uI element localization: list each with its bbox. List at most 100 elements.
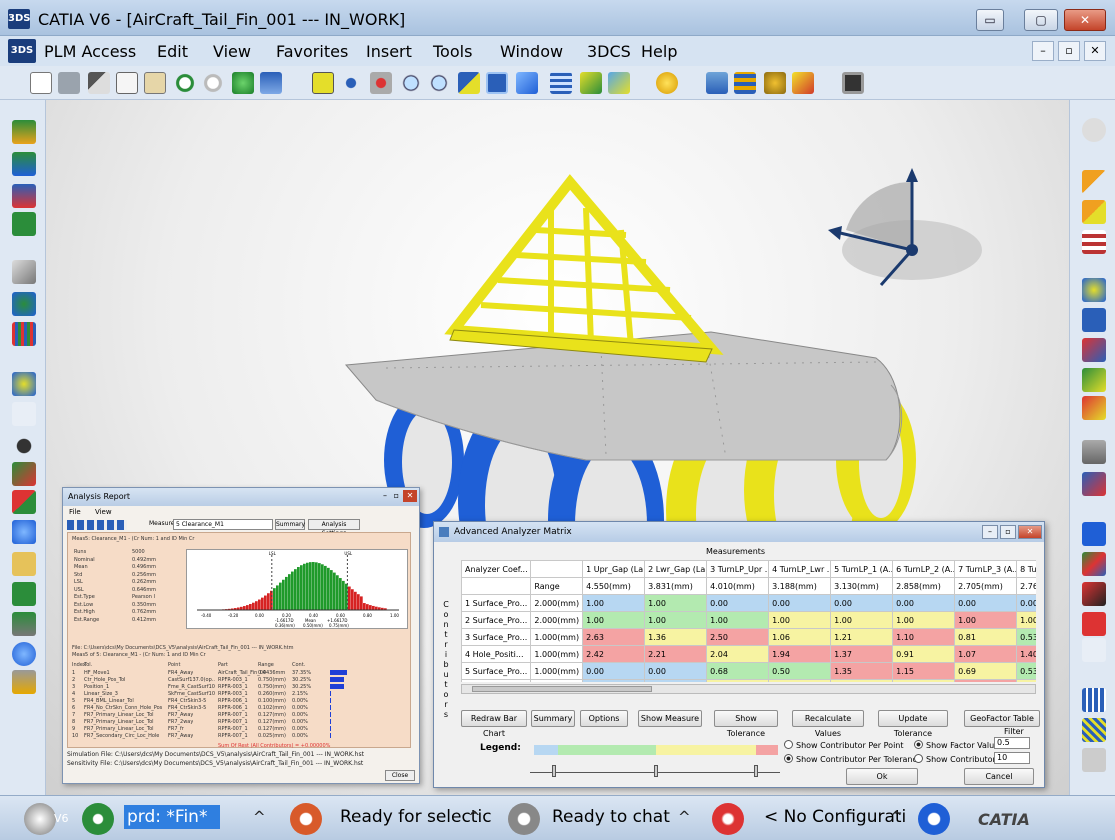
- doc-restore-button[interactable]: ▫: [1058, 41, 1080, 61]
- fit-all-icon[interactable]: [312, 72, 334, 94]
- report-summary-button[interactable]: Summary: [275, 519, 305, 530]
- advanced-analyzer-matrix-window[interactable]: Advanced Analyzer Matrix – ▫ ✕ Measureme…: [433, 521, 1045, 788]
- text-icon[interactable]: [1082, 308, 1106, 332]
- matrix-value-cell[interactable]: 1.06: [1016, 679, 1036, 682]
- open-folder-icon[interactable]: [12, 552, 36, 576]
- compass-gizmo[interactable]: [828, 168, 982, 286]
- geofactor-table-button[interactable]: GeoFactor Table: [964, 710, 1040, 727]
- dll-icon[interactable]: [12, 520, 36, 544]
- help-icon[interactable]: [12, 642, 36, 666]
- matrix-value-cell[interactable]: 1.00: [892, 611, 956, 629]
- v6-compass-icon[interactable]: [24, 803, 56, 835]
- matrix-value-cell[interactable]: 1.00: [1016, 611, 1036, 629]
- matrix-value-cell[interactable]: 1.00: [582, 594, 646, 612]
- e-compass-icon[interactable]: [918, 803, 950, 835]
- link-icon[interactable]: [1082, 368, 1106, 392]
- menu-3dcs[interactable]: 3DCS: [587, 42, 631, 61]
- contributor-pct-input[interactable]: 10: [994, 752, 1030, 764]
- scrollbar-thumb[interactable]: [472, 686, 652, 692]
- contributor-name-cell[interactable]: 1 Surface_Pro...: [461, 594, 532, 612]
- matrix-value-cell[interactable]: 1.00: [582, 611, 646, 629]
- options-button[interactable]: Options: [580, 710, 628, 727]
- report-menu-file[interactable]: File: [69, 508, 81, 516]
- flag-icon[interactable]: [1082, 396, 1106, 420]
- show-measure-button[interactable]: Show Measure: [638, 710, 702, 727]
- iso-view-icon[interactable]: [516, 72, 538, 94]
- matrix-column-header[interactable]: 2 Lwr_Gap (La...: [644, 560, 708, 578]
- matrix-value-cell[interactable]: 0.00: [892, 594, 956, 612]
- matrix-value-cell[interactable]: 1.21: [830, 628, 894, 646]
- show-tolerance-button[interactable]: Show Tolerance: [714, 710, 778, 738]
- report-close-button[interactable]: Close: [385, 770, 415, 781]
- compass-icon[interactable]: [1082, 118, 1106, 142]
- render-style-icon[interactable]: [550, 72, 572, 94]
- matrix-value-cell[interactable]: 0.00: [830, 594, 894, 612]
- blank-icon[interactable]: [1082, 638, 1106, 662]
- matrix-column-header[interactable]: 3 TurnLP_Upr ...: [706, 560, 770, 578]
- matrix-minimize-button[interactable]: –: [982, 525, 998, 539]
- matrix-row[interactable]: 5 Surface_Pro... 1.000(mm) 0.00 0.00 0.68 0.5…: [461, 662, 1036, 680]
- cut-icon[interactable]: [88, 72, 110, 94]
- chevron-up-icon-2[interactable]: ^: [468, 808, 481, 826]
- contributor-name-cell[interactable]: 4 Hole_Positi...: [461, 645, 532, 663]
- menu-help[interactable]: Help: [641, 42, 677, 61]
- matrix-value-cell[interactable]: 1.37: [830, 645, 894, 663]
- cog-icon[interactable]: [1082, 440, 1106, 464]
- tools-icon[interactable]: [12, 462, 36, 486]
- menu-window[interactable]: Window: [500, 42, 563, 61]
- matrix-row[interactable]: 6 Pin_Position...1.000(mm)0.000.001.111.…: [461, 679, 1036, 682]
- print-icon[interactable]: [58, 72, 80, 94]
- pan-icon[interactable]: [340, 72, 362, 94]
- new-icon[interactable]: [30, 72, 52, 94]
- matrix-column-header[interactable]: 7 TurnLP_3 (A...: [954, 560, 1018, 578]
- radio-contributor-per-tolerance[interactable]: Show Contributor Per Tolerance: [784, 754, 922, 764]
- matrix-value-cell[interactable]: 1.00: [644, 611, 708, 629]
- matrix-value-cell[interactable]: 0.89: [892, 679, 956, 682]
- color-cube-icon[interactable]: [1082, 552, 1106, 576]
- close-button[interactable]: ✕: [1064, 9, 1106, 31]
- sensitivity-icon[interactable]: [12, 152, 36, 176]
- matrix-value-cell[interactable]: 0.00: [1016, 594, 1036, 612]
- matrix-value-cell[interactable]: 0.00: [768, 594, 832, 612]
- matrix-value-cell[interactable]: 1.40: [1016, 645, 1036, 663]
- legend-slider-handle-low[interactable]: [552, 765, 556, 777]
- matrix-titlebar[interactable]: Advanced Analyzer Matrix – ▫ ✕: [434, 522, 1044, 542]
- matrix-value-cell[interactable]: 1.01: [768, 679, 832, 682]
- catalog-browser-icon[interactable]: [1082, 688, 1106, 712]
- matrix-value-cell[interactable]: 0.53: [1016, 628, 1036, 646]
- normal-view-icon[interactable]: [458, 72, 480, 94]
- radio-contributor-per-point[interactable]: Show Contributor Per Point: [784, 740, 904, 750]
- process-icon[interactable]: [12, 120, 36, 144]
- contributor-name-cell[interactable]: 2 Surface_Pro...: [461, 611, 532, 629]
- rotate-icon[interactable]: [370, 72, 392, 94]
- matrix-value-cell[interactable]: 0.00: [644, 679, 708, 682]
- select-trap-icon[interactable]: [1082, 200, 1106, 224]
- tolerance-icon[interactable]: [12, 322, 36, 346]
- analysis-settings-button[interactable]: Analysis Settings: [308, 519, 360, 537]
- recalculate-values-button[interactable]: Recalculate Values: [792, 710, 864, 738]
- command-input[interactable]: prd: *Fin*: [124, 805, 220, 829]
- points-icon[interactable]: [12, 372, 36, 396]
- matrix-value-cell[interactable]: 0.81: [954, 628, 1018, 646]
- matrix-row[interactable]: 3 Surface_Pro... 1.000(mm) 2.63 1.36 2.50 1.0…: [461, 628, 1036, 646]
- search-prd-icon[interactable]: [82, 803, 114, 835]
- matrix-value-cell[interactable]: 1.00: [830, 611, 894, 629]
- zoom-in-icon[interactable]: [400, 72, 422, 94]
- matrix-value-cell[interactable]: 1.35: [830, 662, 894, 680]
- menu-favorites[interactable]: Favorites: [276, 42, 348, 61]
- matrix-value-cell[interactable]: 2.42: [582, 645, 646, 663]
- matrix-value-cell[interactable]: 0.80: [830, 679, 894, 682]
- matrix-value-cell[interactable]: 1.00: [768, 611, 832, 629]
- matrix-column-header[interactable]: 6 TurnLP_2 (A...: [892, 560, 956, 578]
- pattern-icon[interactable]: [1082, 718, 1106, 742]
- data-icon[interactable]: [12, 402, 36, 426]
- axis-icon[interactable]: [12, 184, 36, 208]
- matrix-value-cell[interactable]: 2.21: [644, 645, 708, 663]
- copy-icon[interactable]: [116, 72, 138, 94]
- matrix-value-cell[interactable]: 1.15: [892, 662, 956, 680]
- chevron-up-icon-3[interactable]: ^: [678, 808, 691, 826]
- cancel-button[interactable]: Cancel: [964, 768, 1034, 785]
- matrix-close-button[interactable]: ✕: [1018, 525, 1042, 539]
- magic-wand-icon[interactable]: [1082, 472, 1106, 496]
- matrix-value-cell[interactable]: 2.63: [582, 628, 646, 646]
